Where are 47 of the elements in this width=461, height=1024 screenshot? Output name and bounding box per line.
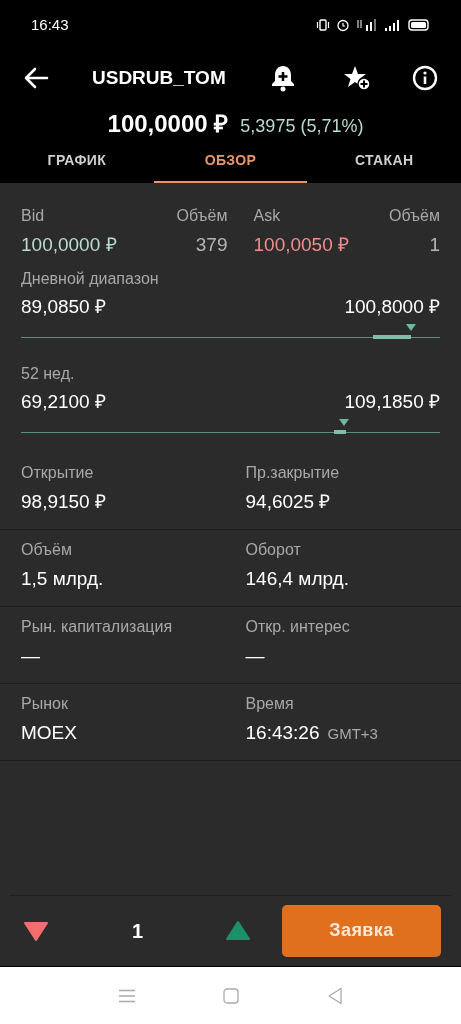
stat-value: — [21, 644, 40, 668]
range-segment [333, 430, 346, 434]
signal-icon [384, 18, 402, 32]
vibrate-icon [316, 18, 330, 32]
range-low: 69,2100 ₽ [21, 390, 106, 414]
battery-icon [408, 19, 430, 31]
stat-label: Пр.закрытие [245, 463, 341, 483]
stat-value: 94,6025 ₽ [245, 490, 331, 514]
price-change: 5,3975 (5,71%) [240, 115, 364, 138]
bid-price: 100,0000 ₽ [21, 233, 118, 257]
range-label: 52 нед. [21, 364, 76, 384]
instrument-title: USDRUB_TOM [92, 65, 226, 90]
range-segment [372, 335, 411, 339]
stat-label: Рын. капитализация [21, 617, 174, 637]
ask-price: 100,0050 ₽ [252, 233, 351, 257]
timezone-label: GMT+3 [327, 724, 378, 744]
stat-label: Оборот [245, 540, 302, 560]
stat-value: 98,9150 ₽ [21, 490, 106, 514]
range-low: 89,0850 ₽ [21, 295, 106, 319]
tab[interactable]: ГРАФИК [0, 140, 154, 183]
stat-value: 146,4 млрд. [245, 567, 349, 591]
bid-label: Bid [21, 206, 46, 226]
info-icon[interactable] [411, 64, 439, 92]
alarm-icon [336, 18, 350, 32]
quantity-value: 1 [132, 918, 144, 944]
stat-value: — [245, 644, 265, 668]
increase-button[interactable] [224, 918, 253, 943]
mobile-signal-icon [356, 18, 378, 32]
stat-value: 1,5 млрд. [21, 567, 104, 591]
ask-volume: 1 [428, 233, 440, 257]
stat-value: MOEX [21, 721, 77, 745]
stat-label: Объём [21, 540, 73, 560]
stat-label: Открытие [21, 463, 95, 483]
volume-label: Объём [388, 206, 440, 226]
volume-label: Объём [175, 206, 228, 226]
range-high: 100,8000 ₽ [344, 295, 440, 319]
range-label: Дневной диапазон [21, 269, 160, 289]
stat-label: Откр. интерес [245, 617, 351, 637]
ask-label: Ask [252, 206, 282, 226]
stat-label: Рынок [21, 694, 69, 714]
bid-volume: 379 [194, 233, 228, 257]
status-time: 16:43 [31, 14, 69, 35]
stat-label: Время [245, 694, 295, 714]
tab[interactable]: СТАКАН [307, 140, 461, 183]
stat-value: 16:43:26 [245, 721, 320, 745]
range-high: 109,1850 ₽ [344, 390, 440, 414]
last-price: 100,0000 ₽ [107, 109, 229, 139]
